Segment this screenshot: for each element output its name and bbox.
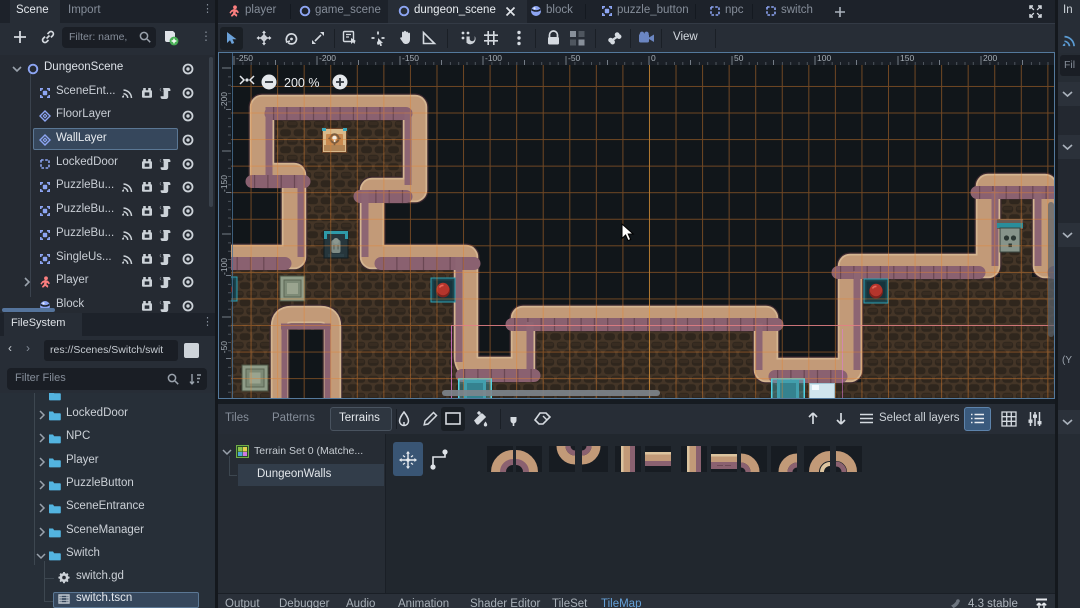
svg-text:-200: -200 (319, 53, 336, 63)
svg-text:-50: -50 (568, 53, 581, 63)
svg-text:-100: -100 (485, 53, 502, 63)
svg-text:-50: -50 (219, 341, 229, 354)
svg-text:-150: -150 (219, 175, 229, 192)
svg-text:200 %: 200 % (284, 76, 319, 90)
svg-text:100: 100 (817, 53, 831, 63)
svg-text:200: 200 (983, 53, 997, 63)
svg-text:-200: -200 (219, 92, 229, 109)
svg-text:-100: -100 (219, 258, 229, 275)
svg-text:-250: -250 (236, 53, 253, 63)
svg-text:150: 150 (900, 53, 914, 63)
svg-text:50: 50 (734, 53, 744, 63)
svg-text:-150: -150 (402, 53, 419, 63)
svg-text:0: 0 (651, 53, 656, 63)
